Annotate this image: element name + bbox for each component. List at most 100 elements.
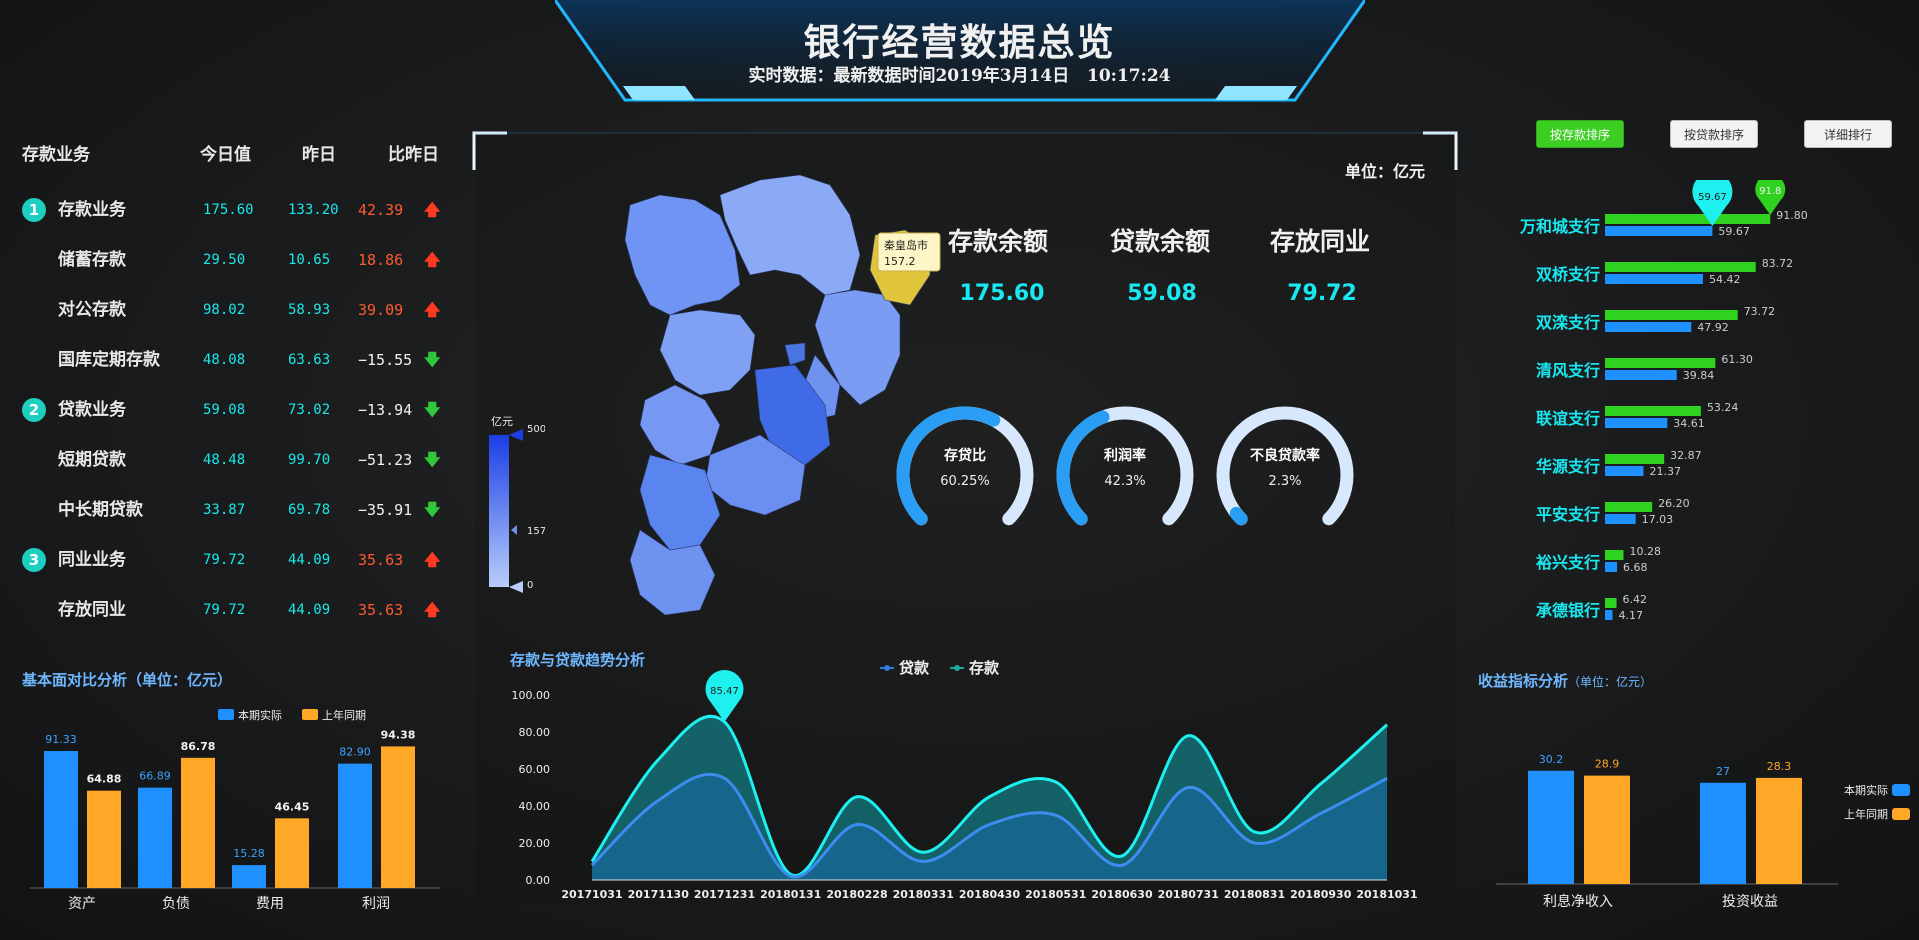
row-today-value: 29.50 <box>203 252 246 268</box>
bar-loan <box>1605 610 1613 620</box>
y-tick-label: 40.00 <box>519 800 551 813</box>
arrow-up-icon: 🡅 <box>424 300 441 319</box>
bar <box>275 818 309 888</box>
row-yesterday-value: 44.09 <box>288 602 331 618</box>
table-row[interactable]: 短期贷款 48.48 99.70 −51.23 🡇 <box>0 445 470 475</box>
legend-label: 存款 <box>969 659 1000 677</box>
table-row[interactable]: 2 贷款业务 59.08 73.02 −13.94 🡇 <box>0 395 470 425</box>
table-row[interactable]: 国库定期存款 48.08 63.63 −15.55 🡇 <box>0 345 470 375</box>
bar-value-label: 30.2 <box>1539 753 1564 766</box>
bar <box>1584 775 1630 884</box>
loan-area <box>592 774 1387 880</box>
bar-value-label: 6.42 <box>1623 593 1648 606</box>
sort-by-deposit-button[interactable]: 按存款排序 <box>1536 120 1624 148</box>
legend-label: 本期实际 <box>238 708 282 722</box>
arrow-up-icon: 🡅 <box>424 200 441 219</box>
x-tick-label: 资产 <box>68 896 96 912</box>
row-name: 储蓄存款 <box>58 250 126 270</box>
bar-value-label: 39.84 <box>1683 369 1715 382</box>
bar-value-label: 61.30 <box>1721 353 1753 366</box>
col-header-today: 今日值 <box>200 145 251 165</box>
bar-deposit <box>1605 310 1738 320</box>
bar-value-label: 59.67 <box>1718 225 1750 238</box>
x-tick-label: 20180831 <box>1224 888 1285 901</box>
arrow-down-icon: 🡇 <box>424 500 441 519</box>
y-tick-label: 0.00 <box>526 874 551 887</box>
table-row[interactable]: 中长期贷款 33.87 69.78 −35.91 🡇 <box>0 495 470 525</box>
row-name: 对公存款 <box>58 300 126 320</box>
bar-loan <box>1605 466 1644 476</box>
row-name: 贷款业务 <box>58 400 126 420</box>
legend-swatch <box>218 709 234 720</box>
income-chart-title: 收益指标分析 <box>1478 672 1569 690</box>
kpi-deposit-balance-label: 存款余额 <box>947 227 1048 256</box>
legend-swatch <box>302 709 318 720</box>
x-tick-label: 20171031 <box>561 888 622 901</box>
x-tick-label: 20180228 <box>826 888 887 901</box>
bar <box>1756 777 1802 884</box>
bar-loan <box>1605 370 1677 380</box>
map-tooltip-name: 秦皇岛市 <box>884 238 928 252</box>
branch-label: 清风支行 <box>1535 361 1600 380</box>
legend-swatch <box>1892 784 1910 796</box>
map-legend-unit: 亿元 <box>491 415 513 428</box>
bar-deposit <box>1605 502 1653 512</box>
gauge-value: 2.3% <box>1268 474 1301 489</box>
row-number-badge: 1 <box>22 198 46 222</box>
map-region-shijiazhuang <box>639 384 721 466</box>
bar-loan <box>1605 322 1692 332</box>
branch-label: 华源支行 <box>1535 457 1600 476</box>
row-yesterday-value: 58.93 <box>288 302 331 318</box>
table-row[interactable]: 存放同业 79.72 44.09 35.63 🡅 <box>0 595 470 625</box>
x-tick-label: 20180630 <box>1091 888 1153 901</box>
bar-deposit <box>1605 262 1756 272</box>
row-today-value: 175.60 <box>203 202 254 218</box>
bar-loan <box>1605 226 1713 236</box>
gauge-track <box>1216 406 1354 526</box>
bar-value-label: 91.33 <box>45 733 77 746</box>
table-row[interactable]: 对公存款 98.02 58.93 39.09 🡅 <box>0 295 470 325</box>
kpi-interbank-label: 存放同业 <box>1269 227 1370 256</box>
bar-loan <box>1605 418 1668 428</box>
table-row[interactable]: 3 同业业务 79.72 44.09 35.63 🡅 <box>0 545 470 575</box>
bar-value-label: 53.24 <box>1707 401 1739 414</box>
branch-ranking-chart: 91.80 59.67 83.72 54.42 73.72 47.92 61.30 39.84… <box>1605 180 1808 622</box>
row-yesterday-value: 73.02 <box>288 402 331 418</box>
row-change-value: 42.39 <box>358 201 404 219</box>
x-tick-label: 20180131 <box>760 888 821 901</box>
branch-label: 联谊支行 <box>1535 409 1600 428</box>
bar <box>44 751 78 888</box>
row-change-value: 35.63 <box>358 551 404 569</box>
bar-value-label: 32.87 <box>1670 449 1702 462</box>
map-visual-legend[interactable]: 亿元 500 157 0 <box>485 413 545 593</box>
row-name: 同业业务 <box>58 550 126 570</box>
sort-by-loan-button[interactable]: 按贷款排序 <box>1670 120 1758 148</box>
legend-label: 上年同期 <box>1844 807 1888 821</box>
col-header-business: 存款业务 <box>22 145 90 165</box>
basic-comparison-chart: 本期实际 上年同期 91.33 64.88 资产 66.89 86.78 负债 15.28 46.… <box>30 708 440 912</box>
table-row[interactable]: 储蓄存款 29.50 10.65 18.86 🡅 <box>0 245 470 275</box>
bar-value-label: 94.38 <box>381 728 416 741</box>
bar-value-label: 47.92 <box>1697 321 1729 334</box>
table-row[interactable]: 1 存款业务 175.60 133.20 42.39 🡅 <box>0 195 470 225</box>
bar-deposit <box>1605 406 1701 416</box>
bar-value-label: 27 <box>1716 765 1730 778</box>
row-change-value: −51.23 <box>358 451 413 469</box>
legend-dot <box>884 665 890 671</box>
row-today-value: 48.08 <box>203 352 246 368</box>
x-tick-label: 20181031 <box>1356 888 1417 901</box>
page-subtitle: 实时数据：最新数据时间2019年3月14日 10:17:24 <box>748 66 1171 86</box>
gauge-fill <box>896 406 1001 526</box>
row-yesterday-value: 10.65 <box>288 252 331 268</box>
legend-swatch <box>1892 808 1910 820</box>
row-yesterday-value: 63.63 <box>288 352 331 368</box>
income-chart: 30.2 28.9 利息净收入 27 28.3 投资收益 本期实际上年同期 <box>1496 753 1910 910</box>
kpi-loan-balance-value: 59.08 <box>1127 281 1197 306</box>
map-legend-min: 0 <box>527 580 533 591</box>
detail-ranking-button[interactable]: 详细排行 <box>1804 120 1892 148</box>
row-change-value: −13.94 <box>358 401 413 419</box>
bar-value-label: 86.78 <box>181 740 216 753</box>
legend-dot <box>954 665 960 671</box>
row-today-value: 79.72 <box>203 552 246 568</box>
bar <box>381 746 415 888</box>
